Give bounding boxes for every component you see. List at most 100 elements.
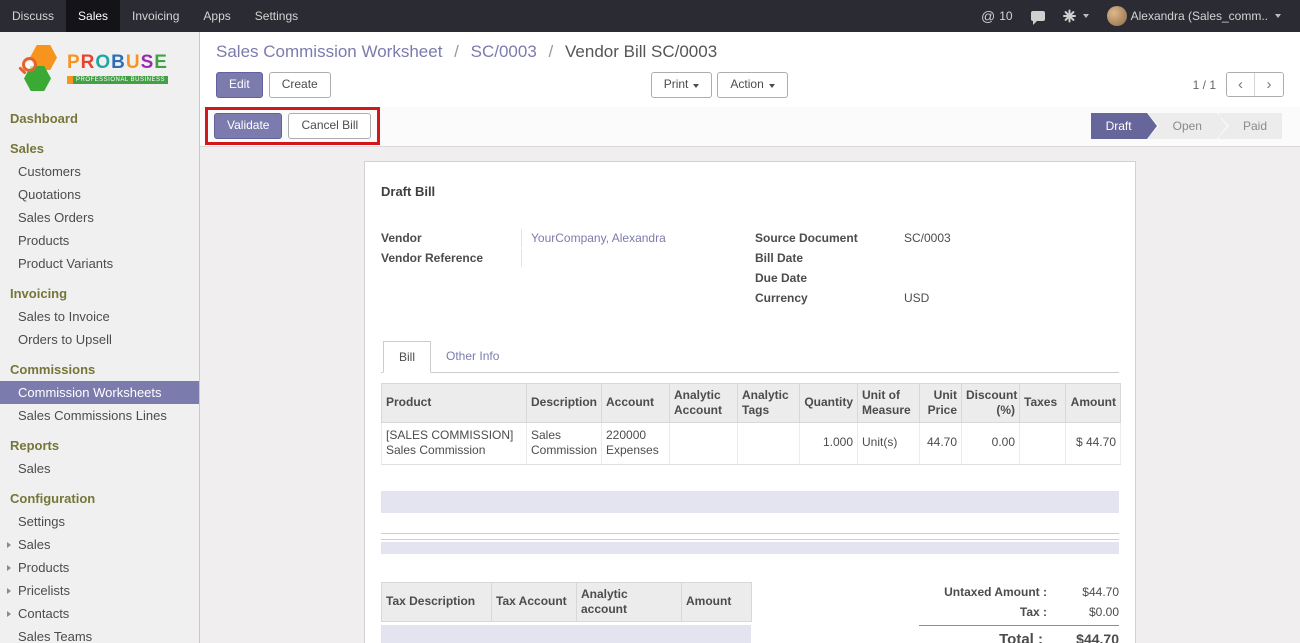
cell-description: Sales Commission bbox=[527, 422, 602, 464]
col-amount: Amount bbox=[1066, 383, 1121, 422]
sidebar-item-config-settings[interactable]: Settings bbox=[0, 510, 199, 533]
breadcrumb-worksheet-link[interactable]: Sales Commission Worksheet bbox=[216, 42, 442, 61]
cancel-bill-button[interactable]: Cancel Bill bbox=[288, 113, 371, 139]
sidebar-item-commission-worksheets[interactable]: Commission Worksheets bbox=[0, 381, 199, 404]
activities-menu-button[interactable] bbox=[1054, 0, 1098, 32]
bill-date-label: Bill Date bbox=[755, 249, 895, 267]
menu-invoicing[interactable]: Invoicing bbox=[120, 0, 191, 32]
sidebar-heading-invoicing[interactable]: Invoicing bbox=[0, 282, 199, 305]
probuse-logo[interactable]: PROBUSE PROFESSIONAL BUSINESS bbox=[0, 32, 199, 105]
secondary-menu: Dashboard Sales Customers Quotations Sal… bbox=[0, 107, 199, 643]
sidebar-item-quotations[interactable]: Quotations bbox=[0, 183, 199, 206]
chevron-down-icon bbox=[693, 84, 699, 88]
validate-button[interactable]: Validate bbox=[214, 113, 282, 139]
pager-value[interactable]: 1 / 1 bbox=[1193, 78, 1216, 92]
sidebar-item-customers[interactable]: Customers bbox=[0, 160, 199, 183]
sidebar-item-config-sales[interactable]: Sales bbox=[0, 533, 199, 556]
sidebar-item-sales-commissions-lines[interactable]: Sales Commissions Lines bbox=[0, 404, 199, 427]
messages-button[interactable] bbox=[1022, 0, 1054, 32]
tab-bill[interactable]: Bill bbox=[383, 341, 431, 373]
pager: 1 / 1 ‹ › bbox=[1193, 72, 1284, 97]
col-tax-amount: Amount bbox=[682, 582, 752, 621]
edit-button[interactable]: Edit bbox=[216, 72, 263, 98]
breadcrumb-record-link[interactable]: SC/0003 bbox=[471, 42, 537, 61]
cp-dropdown-buttons: Print Action bbox=[651, 72, 788, 98]
sidebar-heading-commissions[interactable]: Commissions bbox=[0, 358, 199, 381]
sidebar-heading-dashboard[interactable]: Dashboard bbox=[0, 107, 199, 130]
tab-other-info[interactable]: Other Info bbox=[431, 341, 514, 373]
logo-hexagon-icon bbox=[22, 45, 60, 91]
sidebar-item-config-pricelists[interactable]: Pricelists bbox=[0, 579, 199, 602]
breadcrumb-current: Vendor Bill SC/0003 bbox=[565, 42, 717, 61]
record-title: Draft Bill bbox=[381, 184, 1119, 199]
chevron-down-icon bbox=[1275, 14, 1281, 18]
mention-icon: @ bbox=[981, 8, 995, 24]
empty-line-row bbox=[381, 491, 1119, 513]
sidebar-item-sales-orders[interactable]: Sales Orders bbox=[0, 206, 199, 229]
menu-settings[interactable]: Settings bbox=[243, 0, 310, 32]
mention-counter[interactable]: @ 10 bbox=[972, 0, 1022, 32]
user-name: Alexandra (Sales_comm.. bbox=[1131, 9, 1268, 23]
user-menu[interactable]: Alexandra (Sales_comm.. bbox=[1098, 0, 1290, 32]
sheet-bottom: Tax Description Tax Account Analytic acc… bbox=[381, 582, 1119, 643]
print-dropdown-button[interactable]: Print bbox=[651, 72, 713, 98]
sidebar-item-sales-teams[interactable]: Sales Teams bbox=[0, 625, 199, 643]
tax-lines-block: Tax Description Tax Account Analytic acc… bbox=[381, 582, 751, 643]
action-dropdown-button[interactable]: Action bbox=[717, 72, 787, 98]
sidebar-heading-configuration[interactable]: Configuration bbox=[0, 487, 199, 510]
sidebar-item-config-contacts[interactable]: Contacts bbox=[0, 602, 199, 625]
sidebar-item-product-variants[interactable]: Product Variants bbox=[0, 252, 199, 275]
cell-unit-price: 44.70 bbox=[920, 422, 962, 464]
untaxed-amount-value: $44.70 bbox=[1047, 585, 1119, 599]
menu-apps[interactable]: Apps bbox=[191, 0, 242, 32]
logo-title: PROBUSE bbox=[67, 52, 168, 74]
invoice-line-row[interactable]: [SALES COMMISSION] Sales Commission Sale… bbox=[382, 422, 1121, 464]
pager-next-button[interactable]: › bbox=[1255, 73, 1283, 96]
form-sheet: Draft Bill Vendor YourCompany, Alexandra… bbox=[364, 161, 1136, 643]
sidebar-heading-sales[interactable]: Sales bbox=[0, 137, 199, 160]
col-analytic-account: Analytic Account bbox=[670, 383, 738, 422]
pager-buttons: ‹ › bbox=[1226, 72, 1284, 97]
vendor-value-link[interactable]: YourCompany, Alexandra bbox=[521, 229, 745, 247]
sidebar-item-orders-to-upsell[interactable]: Orders to Upsell bbox=[0, 328, 199, 351]
tax-lines-table: Tax Description Tax Account Analytic acc… bbox=[381, 582, 752, 622]
create-button[interactable]: Create bbox=[269, 72, 331, 98]
control-panel-buttons-row: Edit Create Print Action 1 / 1 ‹ › bbox=[216, 72, 1284, 98]
sidebar-item-sales-to-invoice[interactable]: Sales to Invoice bbox=[0, 305, 199, 328]
control-panel: Sales Commission Worksheet / SC/0003 / V… bbox=[200, 32, 1300, 107]
col-unit-of-measure: Unit of Measure bbox=[858, 383, 920, 422]
menu-sales[interactable]: Sales bbox=[66, 0, 120, 32]
status-step-draft: Draft bbox=[1091, 113, 1147, 139]
pager-previous-button[interactable]: ‹ bbox=[1227, 73, 1255, 96]
field-groups: Vendor YourCompany, Alexandra Vendor Ref… bbox=[381, 229, 1119, 307]
grand-total-row: Total : $44.70 bbox=[919, 628, 1119, 643]
chat-bubble-icon bbox=[1031, 11, 1045, 21]
main-panel: Sales Commission Worksheet / SC/0003 / V… bbox=[200, 32, 1300, 643]
cell-taxes bbox=[1020, 422, 1066, 464]
sidebar-item-products[interactable]: Products bbox=[0, 229, 199, 252]
sidebar-heading-reports[interactable]: Reports bbox=[0, 434, 199, 457]
app-window: Discuss Sales Invoicing Apps Settings @ … bbox=[0, 0, 1300, 643]
app-body: PROBUSE PROFESSIONAL BUSINESS Dashboard … bbox=[0, 32, 1300, 643]
chevron-down-icon bbox=[1083, 14, 1089, 18]
chevron-down-icon bbox=[769, 84, 775, 88]
section-divider bbox=[381, 539, 1119, 540]
bill-date-value bbox=[895, 249, 1119, 267]
menu-discuss[interactable]: Discuss bbox=[0, 0, 66, 32]
untaxed-amount-label: Untaxed Amount : bbox=[944, 585, 1047, 599]
form-view-area: Draft Bill Vendor YourCompany, Alexandra… bbox=[200, 147, 1300, 643]
tax-total-value: $0.00 bbox=[1047, 605, 1119, 619]
cell-discount: 0.00 bbox=[962, 422, 1020, 464]
totals-block: Untaxed Amount : $44.70 Tax : $0.00 Tota… bbox=[919, 582, 1119, 643]
sidebar: PROBUSE PROFESSIONAL BUSINESS Dashboard … bbox=[0, 32, 200, 643]
sidebar-item-config-products[interactable]: Products bbox=[0, 556, 199, 579]
tax-header-row: Tax Description Tax Account Analytic acc… bbox=[382, 582, 752, 621]
col-tax-account: Tax Account bbox=[492, 582, 577, 621]
breadcrumb-separator: / bbox=[454, 42, 459, 61]
top-navbar: Discuss Sales Invoicing Apps Settings @ … bbox=[0, 0, 1300, 32]
cell-unit-of-measure: Unit(s) bbox=[858, 422, 920, 464]
sidebar-item-reports-sales[interactable]: Sales bbox=[0, 457, 199, 480]
totals-divider bbox=[919, 625, 1119, 626]
systray: @ 10 Alexandra (Sales_comm.. bbox=[972, 0, 1300, 32]
mention-count: 10 bbox=[999, 9, 1012, 23]
